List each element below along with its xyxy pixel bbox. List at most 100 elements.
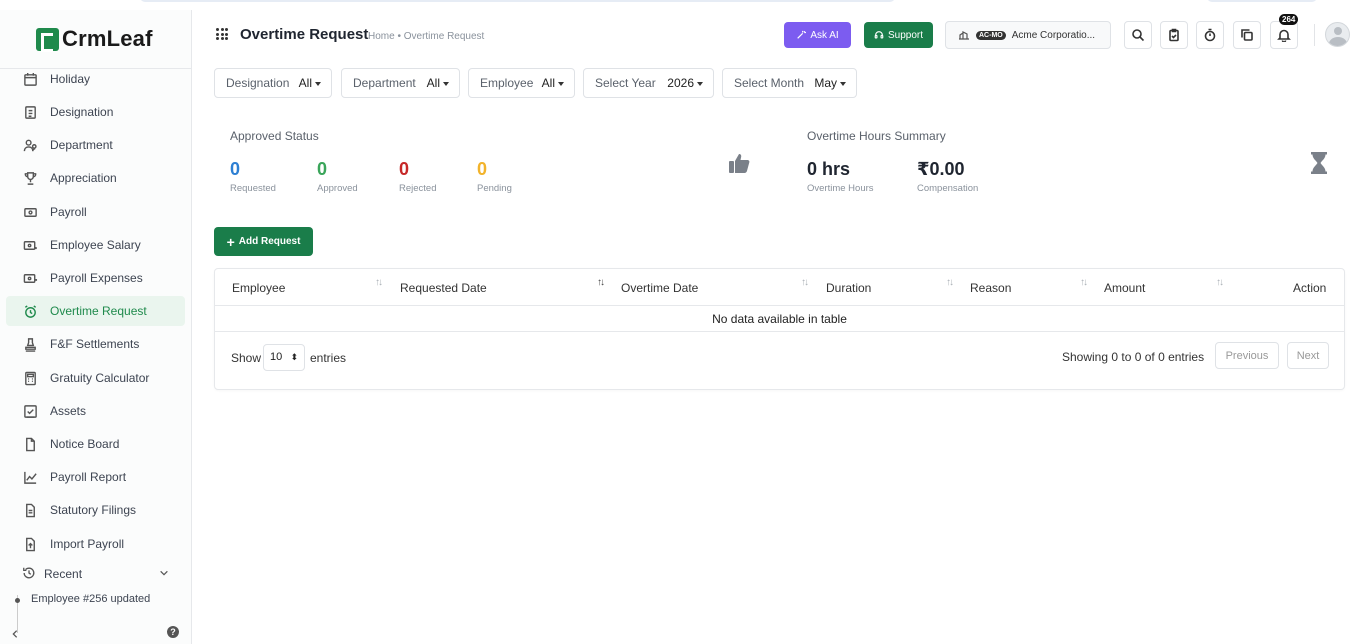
sidebar-item-label: Payroll Expenses [50, 271, 143, 285]
alarm-clock-icon [22, 303, 38, 319]
sidebar-item-label: Department [50, 138, 113, 152]
sort-icon[interactable]: ↑↓ [1080, 277, 1088, 288]
approved-count: 0 [317, 159, 328, 179]
empty-table-message: No data available in table [215, 306, 1344, 332]
pending-count: 0 [477, 159, 488, 179]
recent-item-label: Employee #256 updated [31, 593, 151, 605]
sidebar-item-label: Overtime Request [50, 304, 147, 318]
compensation-label: Compensation [917, 183, 979, 194]
sidebar-item-label: Statutory Filings [50, 503, 137, 517]
sidebar-item-ff-settlements[interactable]: F&F Settlements [6, 329, 185, 359]
sort-icon[interactable]: ↑↓ [946, 277, 954, 288]
support-button[interactable]: Support [864, 22, 933, 48]
sidebar-item-label: Gratuity Calculator [50, 371, 150, 385]
sidebar-item-label: Payroll Report [50, 470, 127, 484]
column-duration[interactable]: Duration [826, 281, 871, 295]
browser-extension-pill [1207, 0, 1317, 2]
sidebar-item-notice-board[interactable]: Notice Board [6, 429, 185, 459]
headset-icon [874, 31, 884, 39]
calendar-icon [22, 71, 38, 87]
timer-icon [1204, 28, 1216, 42]
support-label: Support [887, 29, 924, 41]
rejected-label: Rejected [399, 183, 437, 194]
help-icon[interactable]: ? [167, 626, 179, 638]
filter-select-month[interactable]: Select Month May [722, 68, 857, 98]
chart-line-icon [22, 469, 38, 485]
overtime-hours-label: Overtime Hours [807, 183, 874, 194]
column-requested-date[interactable]: Requested Date [400, 281, 487, 295]
sidebar-item-label: Payroll [50, 205, 87, 219]
clipboard-button[interactable] [1160, 21, 1188, 49]
browser-address-pill [140, 0, 895, 2]
filter-label: Select Month [734, 76, 805, 90]
next-page-button[interactable]: Next [1287, 342, 1329, 369]
filter-employee[interactable]: Employee All [468, 68, 575, 98]
filter-department[interactable]: Department All [341, 68, 460, 98]
sidebar-item-payroll-report[interactable]: Payroll Report [6, 462, 185, 492]
filter-value: 2026 [667, 76, 703, 90]
column-reason[interactable]: Reason [970, 281, 1011, 295]
filter-label: Select Year [595, 76, 656, 90]
sort-icon[interactable]: ↑↓ [597, 277, 605, 288]
ask-ai-label: Ask AI [810, 29, 839, 41]
stamp-icon [22, 336, 38, 352]
timer-button[interactable] [1196, 21, 1224, 49]
apps-grid-icon[interactable] [216, 28, 228, 40]
column-overtime-date[interactable]: Overtime Date [621, 281, 698, 295]
requested-label: Requested [230, 183, 276, 194]
sidebar-item-statutory-filings[interactable]: Statutory Filings [6, 495, 185, 525]
expenses-icon [22, 270, 38, 286]
upload-file-icon [22, 536, 38, 552]
history-icon [22, 566, 36, 583]
entries-label: entries [310, 351, 347, 365]
sidebar-item-employee-salary[interactable]: Employee Salary [6, 230, 185, 260]
timeline-dot [15, 598, 20, 603]
sort-icon[interactable]: ↑↓ [1216, 277, 1224, 288]
notifications-button[interactable] [1270, 21, 1298, 49]
filter-label: Department [353, 76, 416, 90]
sidebar-item-payroll[interactable]: Payroll [6, 197, 185, 227]
sort-icon[interactable]: ↑↓ [375, 277, 383, 288]
add-request-button[interactable]: + Add Request [214, 227, 313, 256]
sidebar-item-import-payroll[interactable]: Import Payroll [6, 529, 185, 559]
filter-value: All [427, 76, 449, 90]
sidebar: CrmLeaf Holiday Designation Department A… [0, 10, 192, 644]
recent-item[interactable]: Employee #256 updated [0, 590, 191, 610]
sidebar-item-holiday[interactable]: Holiday [6, 64, 185, 94]
sidebar-item-department[interactable]: Department [6, 130, 185, 160]
page-size-value: 10 [270, 351, 283, 363]
file-icon [22, 436, 38, 452]
sidebar-item-label: Employee Salary [50, 238, 141, 252]
magic-wand-icon [797, 30, 807, 39]
ask-ai-button[interactable]: Ask AI [784, 22, 851, 48]
column-employee[interactable]: Employee [232, 281, 285, 295]
sidebar-item-payroll-expenses[interactable]: Payroll Expenses [6, 263, 185, 293]
filter-value: All [542, 76, 564, 90]
copy-button[interactable] [1233, 21, 1261, 49]
filter-designation[interactable]: Designation All [214, 68, 332, 98]
sort-icon[interactable]: ↑↓ [801, 277, 809, 288]
page-size-select[interactable]: 10 [263, 344, 305, 371]
brand-logo[interactable]: CrmLeaf [36, 26, 153, 52]
recent-toggle[interactable]: Recent [6, 561, 185, 587]
user-avatar[interactable] [1325, 22, 1350, 47]
sidebar-item-label: Holiday [50, 72, 91, 86]
company-switcher[interactable]: AC-MO Acme Corporatio... [945, 21, 1111, 49]
column-amount[interactable]: Amount [1104, 281, 1145, 295]
sidebar-item-appreciation[interactable]: Appreciation [6, 163, 185, 193]
filter-select-year[interactable]: Select Year 2026 [583, 68, 714, 98]
column-action: Action [1293, 281, 1327, 295]
notification-count-badge: 264 [1279, 14, 1299, 25]
copy-icon [1241, 29, 1253, 41]
sidebar-item-designation[interactable]: Designation [6, 97, 185, 127]
sidebar-item-overtime-request[interactable]: Overtime Request [6, 296, 185, 326]
previous-page-button[interactable]: Previous [1215, 342, 1279, 369]
search-button[interactable] [1124, 21, 1152, 49]
logo-mark-icon [36, 27, 59, 52]
approved-status-title: Approved Status [230, 129, 319, 143]
collapse-sidebar-icon[interactable] [10, 626, 24, 640]
top-header: Overtime Request Home • Overtime Request… [192, 10, 1351, 60]
sidebar-item-gratuity-calculator[interactable]: Gratuity Calculator [6, 363, 185, 393]
brand-name: CrmLeaf [62, 26, 153, 51]
sidebar-item-assets[interactable]: Assets [6, 396, 185, 426]
